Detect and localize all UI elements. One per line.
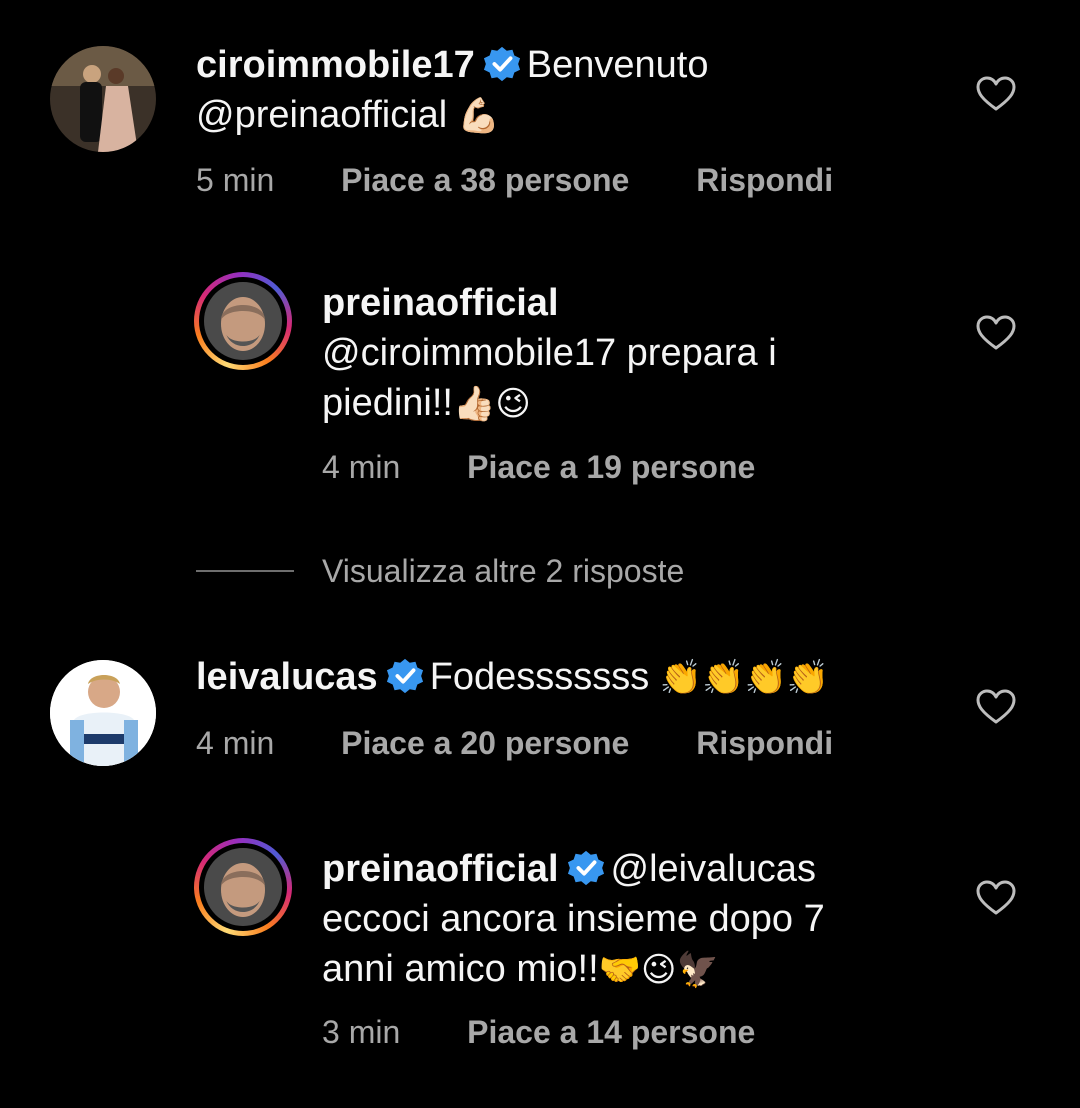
comment-text: Fodesssssss xyxy=(429,656,650,698)
heart-icon[interactable] xyxy=(976,689,1016,725)
story-ring-avatar[interactable] xyxy=(194,272,292,370)
timestamp: 3 min xyxy=(322,1014,401,1050)
username[interactable]: preinaofficial xyxy=(322,848,559,890)
comment-text: Benvenuto xyxy=(526,44,709,86)
timestamp: 5 min xyxy=(196,162,275,198)
verified-badge-icon xyxy=(483,46,520,82)
timestamp: 4 min xyxy=(322,449,401,485)
story-ring-avatar[interactable] xyxy=(194,838,292,936)
view-more-replies[interactable]: Visualizza altre 2 risposte xyxy=(196,549,684,593)
mention-link[interactable]: @leivalucas xyxy=(611,848,816,890)
comment-body: preinaofficial @leivalucas eccoci ancora … xyxy=(322,844,825,995)
likes-count[interactable]: Piace a 38 persone xyxy=(341,160,629,200)
thumbs-up-wink-emoji: 👍🏻😉 xyxy=(452,384,531,424)
avatar[interactable] xyxy=(50,660,156,766)
divider xyxy=(196,570,294,572)
view-more-label[interactable]: Visualizza altre 2 risposte xyxy=(322,553,684,590)
username[interactable]: leivalucas xyxy=(196,656,378,698)
comment-meta: 3 min Piace a 14 persone xyxy=(322,1012,755,1052)
comment-body: leivalucas Fodesssssss 👏👏👏👏 xyxy=(196,652,829,703)
heart-icon[interactable] xyxy=(976,315,1016,351)
likes-count[interactable]: Piace a 14 persone xyxy=(467,1012,755,1052)
verified-badge-icon xyxy=(386,658,423,694)
comment-body: preinaofficial @ciroimmobile17 prepara i… xyxy=(322,278,777,429)
reply-button[interactable]: Rispondi xyxy=(696,160,833,200)
comment-meta: 4 min Piace a 20 persone Rispondi xyxy=(196,723,833,763)
comment-text: eccoci ancora insieme dopo 7 xyxy=(322,898,825,940)
timestamp: 4 min xyxy=(196,725,275,761)
comment-meta: 4 min Piace a 19 persone xyxy=(322,447,755,487)
reply-button[interactable]: Rispondi xyxy=(696,723,833,763)
heart-icon[interactable] xyxy=(976,76,1016,112)
comment-text-2: anni amico mio!! xyxy=(322,948,599,990)
flexed-biceps-emoji: 💪🏻 xyxy=(457,96,501,136)
likes-count[interactable]: Piace a 20 persone xyxy=(341,723,629,763)
comment-text-2: piedini!! xyxy=(322,382,453,424)
verified-badge-icon xyxy=(567,850,604,886)
likes-count[interactable]: Piace a 19 persone xyxy=(467,447,755,487)
handshake-wink-eagle-emoji: 🤝😉🦅 xyxy=(598,950,719,990)
username[interactable]: preinaofficial xyxy=(322,282,559,324)
heart-icon[interactable] xyxy=(976,880,1016,916)
mention-link[interactable]: @preinaofficial xyxy=(196,94,447,136)
avatar[interactable] xyxy=(50,46,156,152)
comment-meta: 5 min Piace a 38 persone Rispondi xyxy=(196,160,833,200)
clapping-hands-emoji: 👏👏👏👏 xyxy=(659,658,830,698)
comment-body: ciroimmobile17 Benvenuto @preinaofficial … xyxy=(196,40,708,141)
username[interactable]: ciroimmobile17 xyxy=(196,44,475,86)
comment-text: @ciroimmobile17 prepara i xyxy=(322,332,777,374)
